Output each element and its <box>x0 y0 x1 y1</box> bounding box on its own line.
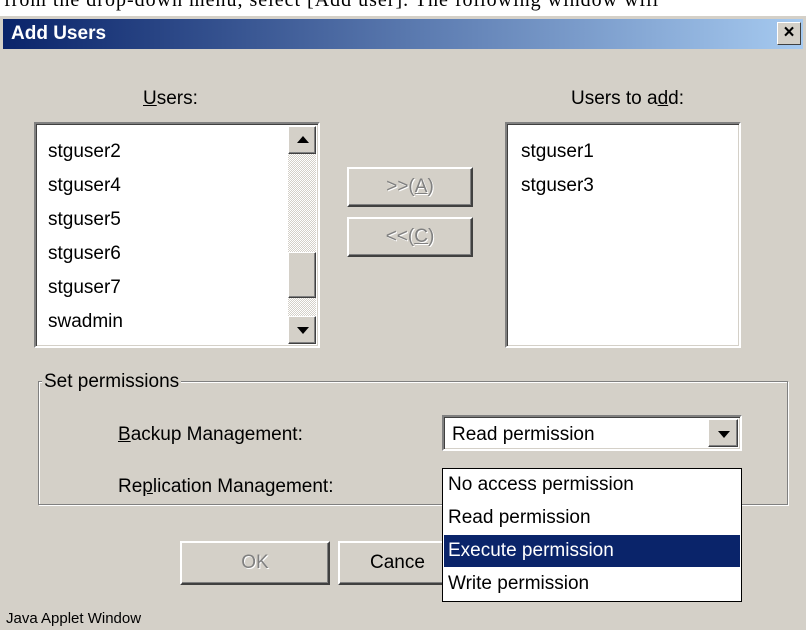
remove-selected-button[interactable]: <<(C) <box>347 217 473 257</box>
scroll-thumb[interactable] <box>288 252 316 298</box>
document-caption-strip: from the drop-down menu, select [Add use… <box>0 0 806 16</box>
list-item[interactable]: stguser6 <box>48 243 121 265</box>
add-users-dialog: Add Users × Users: Users to add: stguser… <box>0 16 806 630</box>
users-list-label: Users: <box>143 88 198 109</box>
backup-permission-value: Read permission <box>452 424 595 445</box>
backup-permission-select[interactable]: Read permission <box>442 415 742 451</box>
users-to-add-listbox[interactable]: stguser1 stguser3 <box>505 122 741 348</box>
backup-management-label: Backup Management: <box>118 424 303 445</box>
window-title: Add Users <box>11 23 107 44</box>
list-item[interactable]: stguser7 <box>48 277 121 299</box>
replication-management-label: Replication Management: <box>118 476 334 497</box>
scroll-down-button[interactable] <box>288 316 316 344</box>
title-bar[interactable]: Add Users × <box>3 19 803 49</box>
list-item[interactable]: stguser2 <box>48 141 121 163</box>
scroll-up-button[interactable] <box>288 126 316 154</box>
set-permissions-legend: Set permissions <box>42 371 182 393</box>
close-icon: × <box>783 22 795 43</box>
list-item[interactable]: swadmin <box>48 311 123 333</box>
list-item[interactable]: stguser5 <box>48 209 121 231</box>
users-to-add-label: Users to add: <box>571 88 685 109</box>
users-scrollbar[interactable] <box>288 126 316 344</box>
option-no-access[interactable]: No access permission <box>444 469 740 501</box>
document-caption: from the drop-down menu, select [Add use… <box>4 0 660 11</box>
users-listbox[interactable]: stguser2 stguser4 stguser5 stguser6 stgu… <box>34 122 320 348</box>
add-selected-button[interactable]: >>(A) <box>347 167 473 207</box>
chevron-down-icon <box>718 431 730 438</box>
option-read[interactable]: Read permission <box>444 502 740 534</box>
applet-window-label: Java Applet Window <box>6 610 142 627</box>
arrow-up-icon <box>297 136 309 143</box>
list-item[interactable]: stguser1 <box>521 141 594 163</box>
close-button[interactable]: × <box>777 22 801 45</box>
option-write[interactable]: Write permission <box>444 568 740 600</box>
backup-permission-dropdown-button[interactable] <box>708 419 738 447</box>
ok-button[interactable]: OK <box>180 541 330 585</box>
option-execute[interactable]: Execute permission <box>444 535 740 567</box>
permission-dropdown-list[interactable]: No access permission Read permission Exe… <box>442 468 742 602</box>
list-item[interactable]: stguser4 <box>48 175 121 197</box>
arrow-down-icon <box>297 327 309 334</box>
list-item[interactable]: stguser3 <box>521 175 594 197</box>
